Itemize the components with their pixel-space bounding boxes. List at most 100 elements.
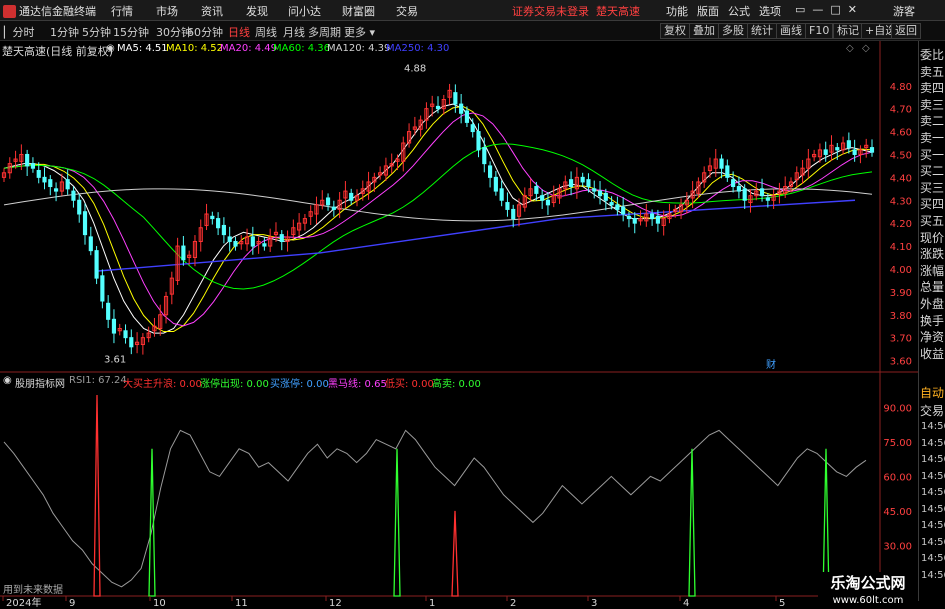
candle-body xyxy=(835,147,840,151)
candle-body xyxy=(580,176,585,183)
time-label: 2 xyxy=(510,598,516,609)
rsi-tick: 90.00 xyxy=(883,403,912,414)
price-tick: 4.20 xyxy=(890,219,912,230)
candle-body xyxy=(25,153,30,167)
candle-body xyxy=(476,131,481,151)
tick-time-1: 14:56 xyxy=(921,437,945,449)
chart-svg[interactable]: 4.883.61财 4.804.704.604.504.404.304.204.… xyxy=(0,0,918,609)
candle-body xyxy=(42,176,47,183)
candle-body xyxy=(123,330,128,339)
candle-body xyxy=(250,236,255,247)
signal-spike xyxy=(93,394,101,597)
rsi-tick: 60.00 xyxy=(883,472,912,483)
candle-body xyxy=(869,147,875,153)
candle-body xyxy=(88,236,93,252)
price-tick: 4.50 xyxy=(890,150,912,161)
candle-body xyxy=(852,149,857,155)
candle-body xyxy=(586,179,591,188)
candle-body xyxy=(482,147,487,165)
candle-body xyxy=(655,215,660,224)
candle-body xyxy=(210,215,215,220)
candle-body xyxy=(621,206,626,215)
time-label: 5 xyxy=(779,598,785,609)
moving-average-lines xyxy=(3,103,873,334)
candle-body xyxy=(453,92,458,105)
rsi-tick: 75.00 xyxy=(883,438,912,449)
candle-body xyxy=(650,213,655,220)
candle-body xyxy=(233,240,238,247)
candle-body xyxy=(615,204,620,210)
price-tick: 4.30 xyxy=(890,196,912,207)
candlesticks: 4.88 3.61 财 xyxy=(1,63,875,371)
time-axis: 2024年 9 10 11 12 1 2 3 4 5 xyxy=(2,596,785,609)
candle-body xyxy=(216,218,221,229)
rsi-tick: 30.00 xyxy=(883,541,912,552)
candle-body xyxy=(511,208,516,220)
signal-spike xyxy=(393,448,401,597)
price-axis: 4.80 4.70 4.60 4.50 4.40 4.30 4.20 4.10 4.00 3.90… xyxy=(890,82,912,368)
candle-body xyxy=(765,197,770,201)
time-label: 4 xyxy=(683,598,689,609)
candle-body xyxy=(823,149,828,155)
candle-body xyxy=(725,165,730,178)
candle-body xyxy=(464,110,470,123)
tick-time-0: 14:56 xyxy=(921,421,945,432)
candle-body xyxy=(459,103,464,114)
signal-spike xyxy=(148,448,156,597)
time-label: 2024年 xyxy=(6,596,41,609)
ma120-line xyxy=(3,188,873,222)
candle-body xyxy=(846,140,851,149)
tick-time-7: 14:56 xyxy=(921,536,945,548)
candle-body xyxy=(534,186,539,194)
candle-body xyxy=(759,188,765,197)
candle-body xyxy=(77,199,82,215)
price-tick: 4.00 xyxy=(890,265,912,276)
candle-body xyxy=(106,302,111,320)
tick-time-2: 14:56 xyxy=(921,454,945,465)
time-label: 10 xyxy=(153,598,166,609)
candle-body xyxy=(53,188,59,192)
candle-body xyxy=(221,224,226,236)
candle-body xyxy=(626,215,632,220)
indicator-panel: 90.0075.0060.0045.0030.0015.00 xyxy=(3,394,912,597)
candle-body xyxy=(603,192,608,201)
candle-body xyxy=(493,176,498,192)
price-tick: 4.80 xyxy=(890,82,912,93)
high-price-label: 4.88 xyxy=(404,63,426,74)
future-data-note: 用到未来数据 xyxy=(3,585,63,596)
candle-body xyxy=(82,211,88,236)
tick-time-9: 14:56 xyxy=(921,569,945,581)
candle-body xyxy=(597,190,603,197)
candle-body xyxy=(719,158,724,169)
quote-panel: 委比 卖五 卖四 卖三 卖二 卖一 买一 买二 买三 买四 买五 现价 涨跌 涨幅 总量 外盘 换手 净资 收益 自动… xyxy=(918,41,945,601)
signal-spike xyxy=(688,448,696,597)
price-tick: 3.70 xyxy=(890,334,912,345)
candle-body xyxy=(731,179,736,188)
price-tick: 3.80 xyxy=(890,311,912,322)
price-tick: 3.60 xyxy=(890,357,912,368)
candle-body xyxy=(181,245,186,261)
candle-body xyxy=(505,202,510,210)
low-price-label: 3.61 xyxy=(104,354,126,365)
candle-body xyxy=(569,179,574,188)
candle-body xyxy=(129,337,134,348)
tick-time-8: 14:56 xyxy=(921,553,945,564)
time-label: 3 xyxy=(591,598,597,609)
rsi-tick: 45.00 xyxy=(883,507,912,518)
tick-time-3: 14:56 xyxy=(921,470,945,482)
candle-body xyxy=(111,318,117,334)
candle-body xyxy=(331,206,336,210)
candle-body xyxy=(279,234,284,242)
candle-body xyxy=(632,218,637,224)
price-tick: 4.10 xyxy=(890,242,912,253)
panel-tab-1[interactable]: 交易 xyxy=(920,401,945,422)
signal-spike xyxy=(451,510,459,597)
candle-body xyxy=(545,199,551,206)
time-label: 12 xyxy=(329,598,342,609)
ma60-line xyxy=(3,143,873,290)
candle-body xyxy=(100,275,105,302)
time-label: 9 xyxy=(69,598,75,609)
candle-body xyxy=(592,188,597,192)
ma10-line xyxy=(3,105,873,333)
chart-frame xyxy=(0,41,918,597)
